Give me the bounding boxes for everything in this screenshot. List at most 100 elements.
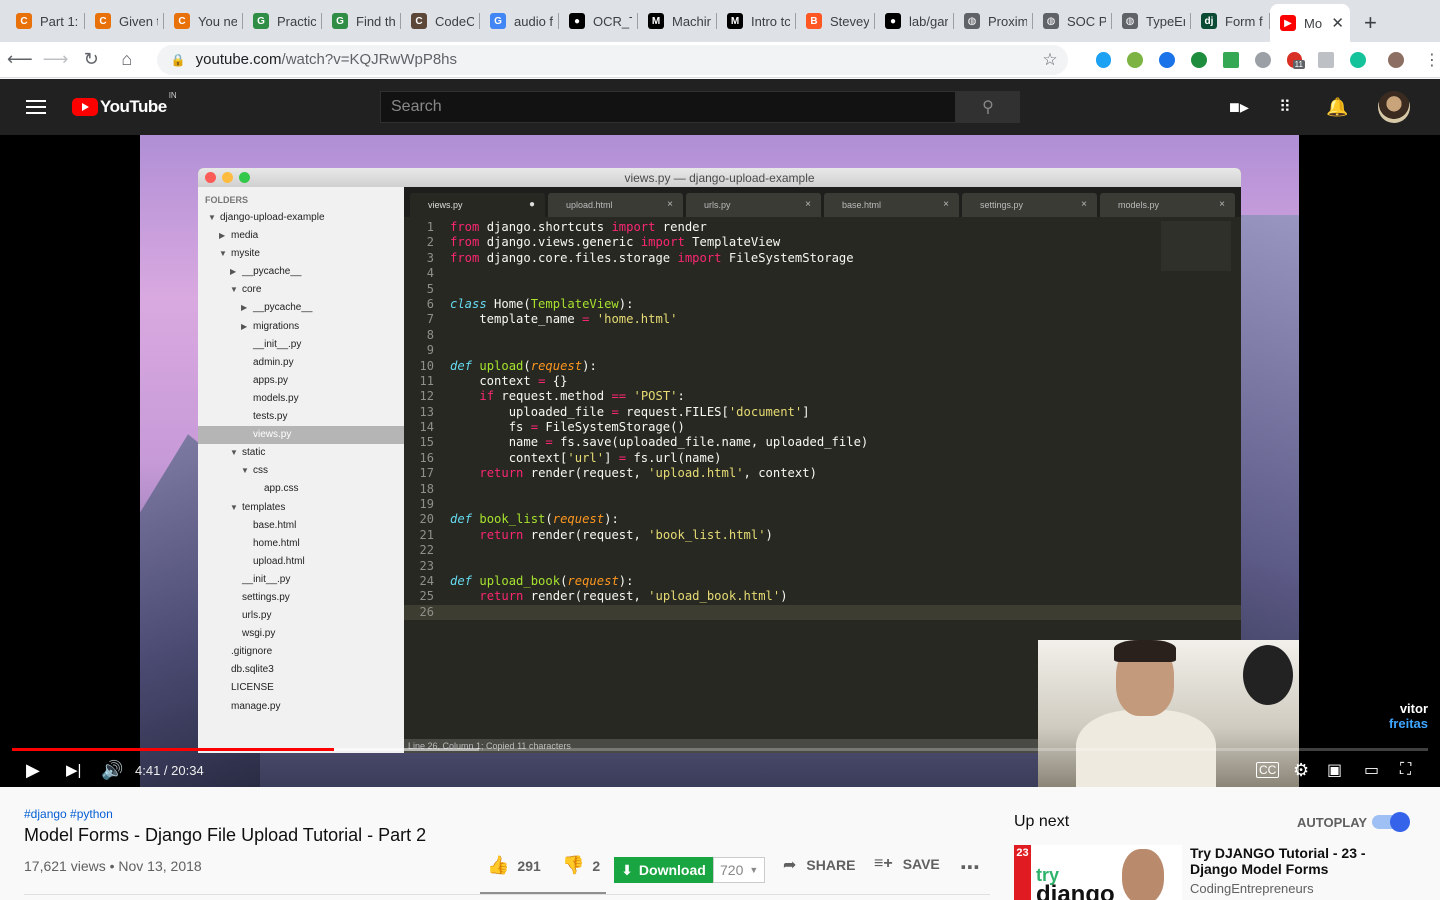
- browser-tab[interactable]: dj Form f: [1191, 4, 1270, 38]
- notifications-bell-icon[interactable]: 🔔: [1326, 97, 1348, 118]
- browser-tab[interactable]: ◍ Proxim: [954, 4, 1033, 38]
- theater-mode-icon[interactable]: ▭: [1364, 760, 1379, 780]
- browser-tab[interactable]: C Given t: [85, 4, 164, 38]
- reload-button[interactable]: ↻: [75, 44, 107, 76]
- share-button[interactable]: ➦ SHARE: [783, 855, 855, 875]
- home-button[interactable]: ⌂: [111, 44, 143, 76]
- captions-icon[interactable]: CC: [1256, 762, 1280, 778]
- browser-tab[interactable]: Gaudio f: [480, 4, 559, 38]
- code-token: 'home.html': [596, 312, 678, 327]
- code-token: render(request,: [523, 527, 649, 542]
- search-button[interactable]: ⚲: [956, 91, 1020, 123]
- browser-tab-label: Form f: [1225, 13, 1263, 29]
- code-line: 26: [404, 604, 1241, 621]
- autoplay-toggle[interactable]: [1372, 812, 1410, 832]
- browser-tab[interactable]: C CodeC: [401, 4, 480, 38]
- editor-tab: views.py ●: [410, 193, 545, 217]
- apps-grid-icon[interactable]: ⠿: [1279, 97, 1291, 117]
- fullscreen-icon[interactable]: ⛶: [1400, 761, 1411, 779]
- code-token: return: [479, 527, 524, 542]
- grammarly-icon[interactable]: [1350, 51, 1367, 68]
- menu-hamburger-icon[interactable]: [26, 96, 46, 118]
- bookmark-star-icon[interactable]: ☆: [1042, 50, 1057, 70]
- next-icon[interactable]: ▶|: [66, 761, 81, 779]
- browser-tab[interactable]: ◍ SOC P: [1033, 4, 1112, 38]
- browser-tab-active[interactable]: ▶ Mo ✕: [1270, 4, 1350, 42]
- download-arrow-extension-icon[interactable]: [1222, 51, 1239, 68]
- code-token: ): [765, 527, 773, 542]
- green-d-extension-icon[interactable]: [1191, 51, 1207, 68]
- shield-extension-icon[interactable]: [1159, 51, 1176, 68]
- recommended-thumbnail[interactable]: 23 try django: [1014, 845, 1182, 900]
- tree-item: wsgi.py: [198, 625, 404, 643]
- settings-gear-icon[interactable]: ⚙: [1293, 760, 1309, 781]
- disclosure-closed-icon: ▶: [241, 303, 248, 313]
- browser-tab[interactable]: B Stevey: [796, 4, 875, 38]
- code-line: 21 return render(request, 'book_list.htm…: [404, 528, 1241, 543]
- browser-tab-label: Machir: [672, 13, 711, 29]
- autoplay-label: AUTOPLAY: [1297, 815, 1368, 830]
- search-input[interactable]: Search: [380, 91, 956, 123]
- tree-item-label: migrations: [253, 320, 300, 332]
- progress-bar[interactable]: [12, 748, 1428, 751]
- line-number: 21: [419, 527, 434, 542]
- tree-item-label: db.sqlite3: [231, 664, 274, 676]
- create-video-icon[interactable]: ■▸: [1229, 97, 1249, 118]
- line-number: 7: [426, 312, 434, 327]
- cloud-extension-icon[interactable]: [1095, 51, 1112, 68]
- wave-extension-icon[interactable]: [1127, 51, 1144, 68]
- browser-tab[interactable]: C You ne: [164, 4, 243, 38]
- forward-button[interactable]: ⟶: [40, 44, 72, 76]
- like-button[interactable]: 👍 291: [487, 855, 541, 876]
- editor-tab-label: views.py: [428, 200, 463, 210]
- browser-tab-label: CodeC: [435, 13, 474, 29]
- profile-avatar-icon[interactable]: [1388, 51, 1405, 68]
- more-actions-icon[interactable]: ⋯: [960, 855, 980, 880]
- code-line: 10 def upload(request):: [404, 359, 1241, 374]
- code-token: ]: [604, 450, 619, 465]
- back-button[interactable]: ⟵: [4, 44, 36, 76]
- browser-tab[interactable]: M Machir: [638, 4, 717, 38]
- code-token: ]: [802, 404, 810, 419]
- address-bar[interactable]: 🔒 youtube.com/watch?v=KQJRwWpP8hs ☆: [156, 44, 1068, 75]
- youtube-logo[interactable]: YouTube IN: [72, 91, 177, 117]
- recommended-title[interactable]: Try DJANGO Tutorial - 23 - Django Model …: [1190, 845, 1390, 877]
- code-line: 1 from django.shortcuts import render: [404, 220, 1241, 235]
- code-line: 23: [404, 559, 1241, 574]
- account-avatar[interactable]: [1378, 91, 1410, 123]
- recommended-channel[interactable]: CodingEntrepreneurs: [1190, 881, 1314, 896]
- tree-item-label: __pycache__: [253, 302, 313, 314]
- code-token: =: [582, 312, 590, 327]
- save-button[interactable]: ≡+ SAVE: [874, 855, 940, 873]
- quality-select[interactable]: 720 ▼: [713, 857, 765, 883]
- close-tab-icon[interactable]: ✕: [1327, 14, 1344, 32]
- code-line: 13 uploaded_file = request.FILES['docume…: [404, 405, 1241, 420]
- browser-tab[interactable]: ● OCR_T: [559, 4, 638, 38]
- code-token: from: [450, 250, 480, 265]
- video-player[interactable]: views.py — django-upload-example FOLDERS…: [0, 135, 1440, 787]
- browser-tab[interactable]: ● lab/gar: [875, 4, 954, 38]
- tree-item: settings.py: [198, 589, 404, 607]
- hashtags[interactable]: #django #python: [24, 807, 113, 821]
- code-token: import: [640, 235, 685, 250]
- browser-tab[interactable]: ◍ TypeEr: [1112, 4, 1191, 38]
- code-token: def: [450, 573, 473, 588]
- browser-tab[interactable]: M Intro tc: [717, 4, 796, 38]
- play-icon[interactable]: ▶: [26, 760, 40, 781]
- browser-tab[interactable]: C Part 1:: [6, 4, 85, 38]
- badge-extension-icon[interactable]: 11: [1286, 51, 1305, 69]
- browser-menu-icon[interactable]: ⋮: [1424, 50, 1440, 70]
- copy-extension-icon[interactable]: [1318, 51, 1335, 68]
- globe-extension-icon[interactable]: [1254, 51, 1271, 68]
- volume-icon[interactable]: 🔊: [101, 760, 123, 781]
- editor-tab: models.py ×: [1100, 193, 1235, 217]
- new-tab-button[interactable]: +: [1364, 10, 1377, 36]
- browser-tab[interactable]: G Find th: [322, 4, 401, 38]
- download-button[interactable]: ⬇ Download: [614, 857, 713, 883]
- dislike-button[interactable]: 👎 2: [562, 855, 600, 876]
- browser-tab[interactable]: G Practic: [243, 4, 322, 38]
- code-line: 3 from django.core.files.storage import F…: [404, 251, 1241, 266]
- tree-item: tests.py: [198, 408, 404, 426]
- miniplayer-icon[interactable]: ▣: [1327, 760, 1342, 780]
